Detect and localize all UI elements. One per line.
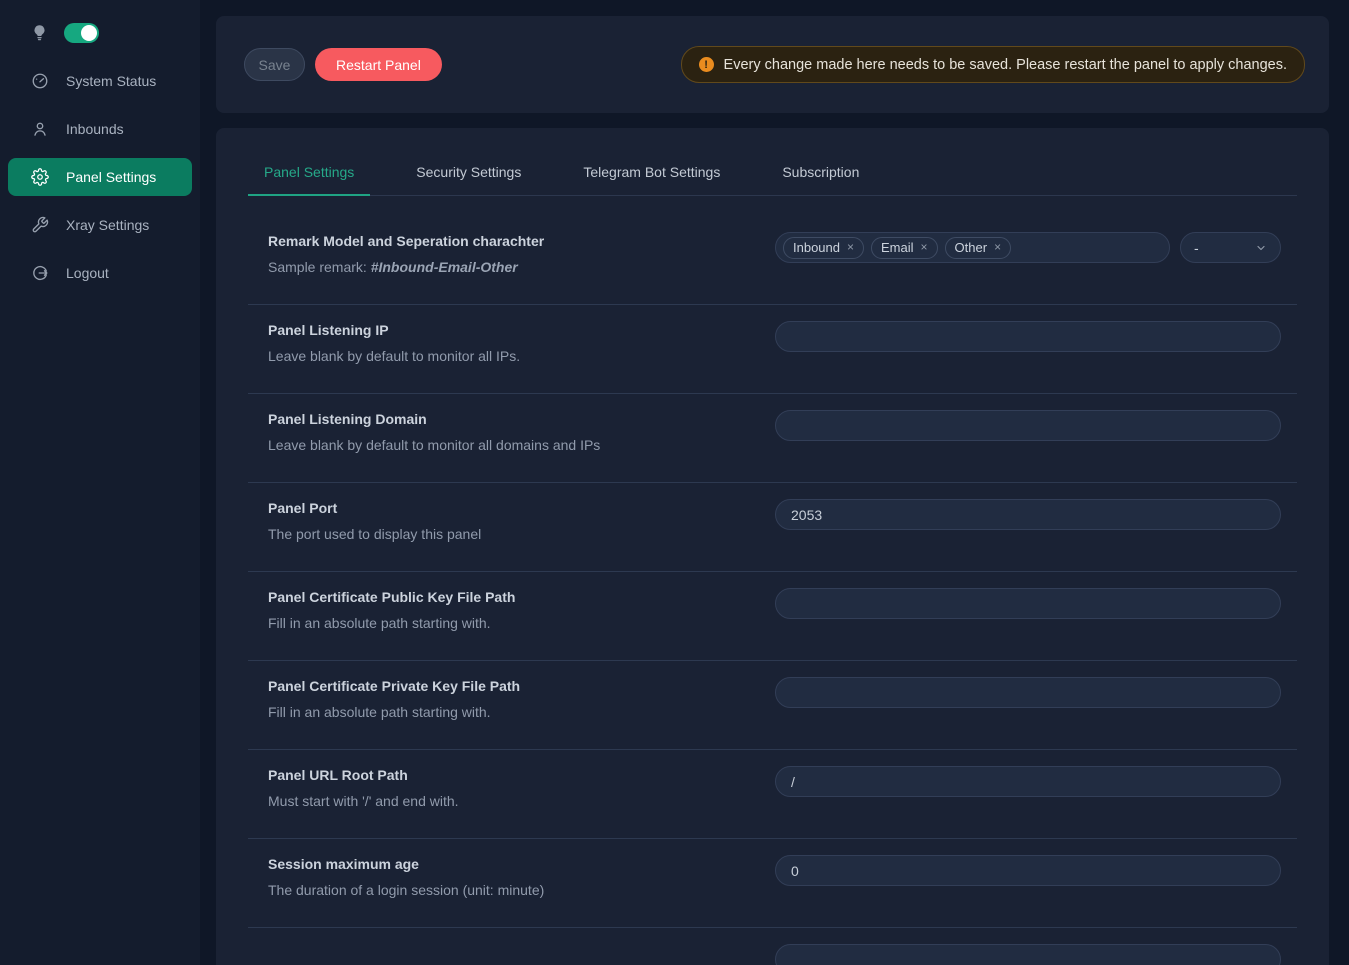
setting-description: Fill in an absolute path starting with. [268,615,745,631]
sidebar-item-panel-settings[interactable]: Panel Settings [8,158,192,196]
toolbar-card: Save Restart Panel ! Every change made h… [216,16,1329,113]
setting-input-panel-url-root-path[interactable] [775,766,1281,797]
tag-email: Email× [871,237,938,259]
setting-label: Panel Listening IP Leave blank by default… [268,321,775,364]
setting-control [775,321,1281,352]
sidebar-item-label: System Status [66,73,156,89]
setting-label: Remark Model and Seperation charachter Sa… [268,232,775,275]
settings-row-panel-certificate-public-key-file-path: Panel Certificate Public Key File Path Fi… [248,572,1297,661]
setting-control [775,944,1281,965]
sidebar-nav: System Status Inbounds Panel Settings Xray … [0,62,200,292]
setting-title: Panel Certificate Public Key File Path [268,588,745,606]
setting-description: Fill in an absolute path starting with. [268,704,745,720]
sidebar-item-system-status[interactable]: System Status [8,62,192,100]
alert-text: Every change made here needs to be saved… [724,57,1287,73]
setting-title: Panel URL Root Path [268,766,745,784]
settings-row-panel-listening-domain: Panel Listening Domain Leave blank by def… [248,394,1297,483]
tag-inbound: Inbound× [783,237,864,259]
wrench-icon [31,216,49,234]
settings-row [248,928,1297,965]
setting-control [775,410,1281,441]
setting-label: Panel Certificate Private Key File Path F… [268,677,775,720]
setting-title: Panel Listening Domain [268,410,745,428]
settings-card: Panel Settings Security Settings Telegram … [216,128,1329,965]
tab-telegram-bot-settings[interactable]: Telegram Bot Settings [567,152,736,195]
settings-row-remark-model-and-seperation-charachter: Remark Model and Seperation charachter Sa… [248,216,1297,305]
settings-row-session-maximum-age: Session maximum age The duration of a log… [248,839,1297,928]
setting-title: Remark Model and Seperation charachter [268,232,745,250]
setting-input[interactable] [775,944,1281,965]
tab-panel-settings[interactable]: Panel Settings [248,152,370,196]
sidebar-item-label: Panel Settings [66,169,156,185]
tab-security-settings[interactable]: Security Settings [400,152,537,195]
setting-control: Inbound× Email× Other× - [775,232,1281,263]
setting-description: Leave blank by default to monitor all IP… [268,348,745,364]
tab-bar: Panel Settings Security Settings Telegram … [248,152,1297,196]
setting-control [775,855,1281,886]
sidebar: System Status Inbounds Panel Settings Xray … [0,0,200,965]
setting-description: The port used to display this panel [268,526,745,542]
remark-tags-input[interactable]: Inbound× Email× Other× [775,232,1170,263]
setting-label: Panel URL Root Path Must start with '/' a… [268,766,775,809]
setting-label: Panel Port The port used to display this … [268,499,775,542]
settings-row-panel-port: Panel Port The port used to display this … [248,483,1297,572]
separator-select[interactable]: - [1180,232,1281,263]
setting-title: Panel Listening IP [268,321,745,339]
select-value: - [1194,240,1199,256]
save-button[interactable]: Save [244,48,305,81]
setting-input-session-maximum-age[interactable] [775,855,1281,886]
theme-toggle-row [0,18,200,48]
setting-control [775,677,1281,708]
sidebar-item-logout[interactable]: Logout [8,254,192,292]
settings-row-panel-url-root-path: Panel URL Root Path Must start with '/' a… [248,750,1297,839]
tag-remove-icon[interactable]: × [847,241,854,253]
setting-input-panel-certificate-private-key-file-path[interactable] [775,677,1281,708]
logout-icon [31,264,49,282]
sidebar-item-xray-settings[interactable]: Xray Settings [8,206,192,244]
setting-control [775,499,1281,530]
setting-input-panel-listening-ip[interactable] [775,321,1281,352]
setting-label: Panel Listening Domain Leave blank by def… [268,410,775,453]
gear-icon [31,168,49,186]
setting-title: Panel Port [268,499,745,517]
warning-icon: ! [699,57,714,72]
setting-input-panel-port[interactable] [775,499,1281,530]
tag-other: Other× [945,237,1012,259]
settings-rows: Remark Model and Seperation charachter Sa… [248,216,1297,965]
tag-remove-icon[interactable]: × [921,241,928,253]
sidebar-item-label: Logout [66,265,109,281]
sidebar-item-label: Xray Settings [66,217,149,233]
chevron-down-icon [1255,242,1267,254]
sidebar-item-label: Inbounds [66,121,124,137]
settings-row-panel-listening-ip: Panel Listening IP Leave blank by default… [248,305,1297,394]
setting-description: The duration of a login session (unit: m… [268,882,745,898]
setting-input-panel-certificate-public-key-file-path[interactable] [775,588,1281,619]
setting-control [775,766,1281,797]
setting-title: Session maximum age [268,855,745,873]
dark-mode-toggle[interactable] [64,23,99,43]
setting-description: Sample remark: #Inbound-Email-Other [268,259,745,275]
lightbulb-icon [31,23,48,43]
setting-label: Panel Certificate Public Key File Path Fi… [268,588,775,631]
sidebar-item-inbounds[interactable]: Inbounds [8,110,192,148]
setting-control [775,588,1281,619]
restart-panel-button[interactable]: Restart Panel [315,48,442,81]
gauge-icon [31,72,49,90]
person-icon [31,120,49,138]
setting-description: Must start with '/' and end with. [268,793,745,809]
settings-row-panel-certificate-private-key-file-path: Panel Certificate Private Key File Path F… [248,661,1297,750]
main-content: Save Restart Panel ! Every change made h… [200,0,1349,965]
setting-description: Leave blank by default to monitor all do… [268,437,745,453]
setting-title: Panel Certificate Private Key File Path [268,677,745,695]
setting-label: Session maximum age The duration of a log… [268,855,775,898]
tag-remove-icon[interactable]: × [994,241,1001,253]
toggle-knob [81,25,97,41]
tab-subscription[interactable]: Subscription [766,152,875,195]
setting-input-panel-listening-domain[interactable] [775,410,1281,441]
save-warning-alert: ! Every change made here needs to be sav… [681,46,1305,83]
